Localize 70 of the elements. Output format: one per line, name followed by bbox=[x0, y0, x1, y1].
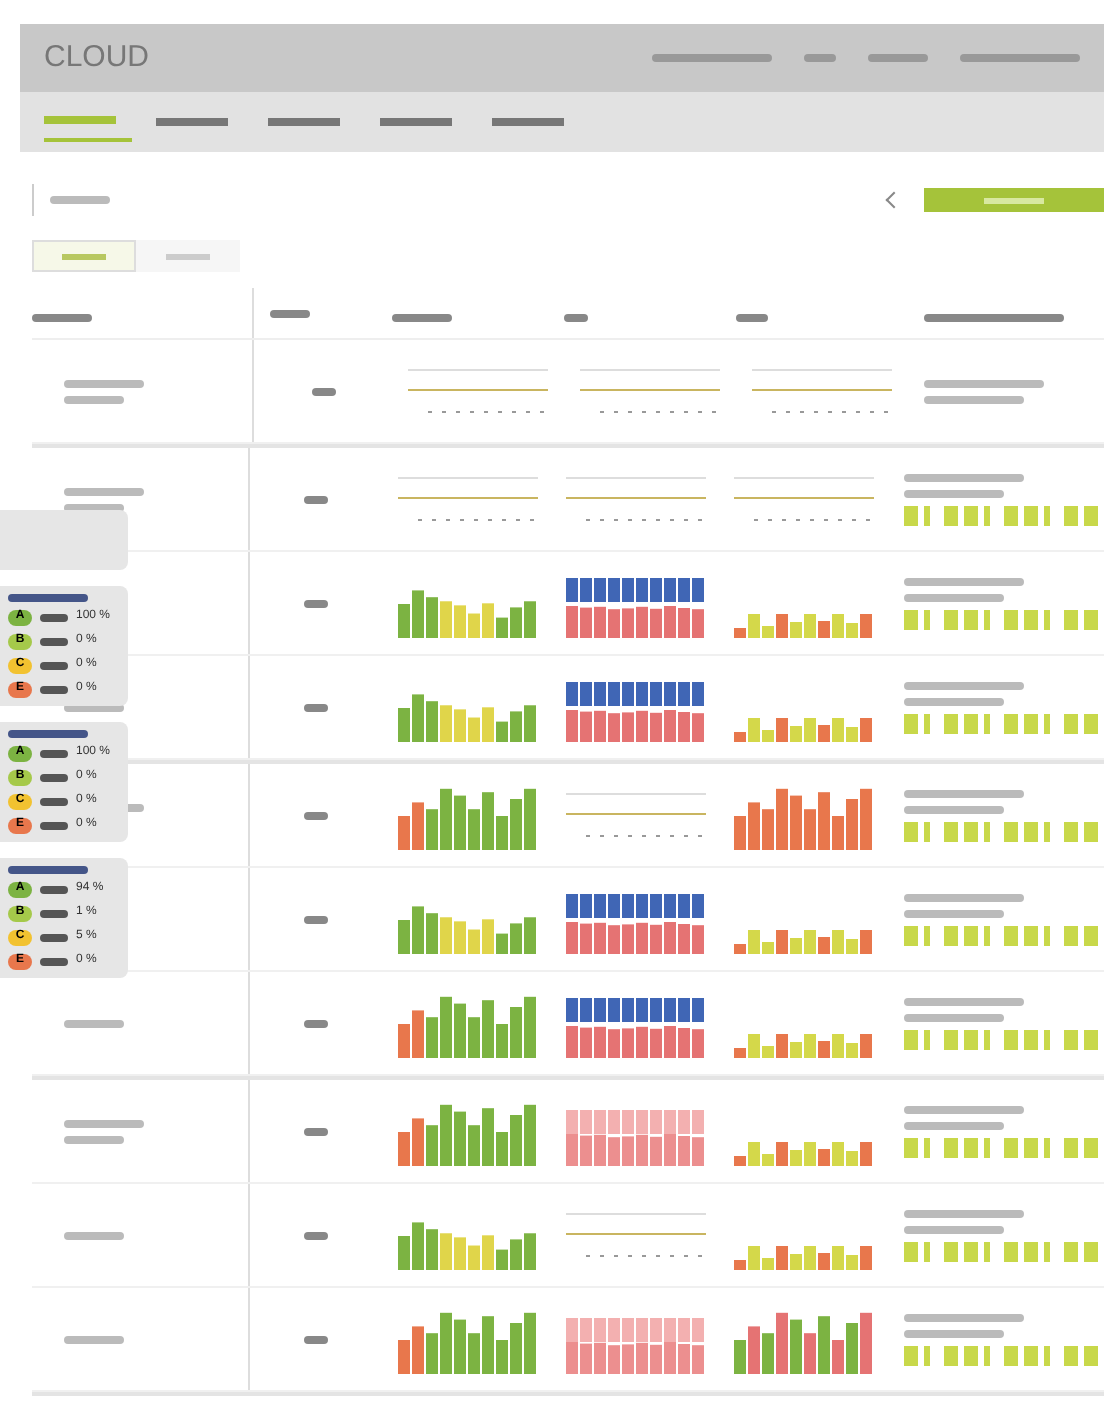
blurred-text bbox=[311, 387, 335, 395]
blurred-text bbox=[8, 730, 88, 738]
blurred-text bbox=[304, 495, 329, 503]
blurred-text bbox=[8, 594, 88, 602]
blurred-text bbox=[64, 1231, 124, 1239]
blurred-text bbox=[304, 811, 329, 819]
blurred-text bbox=[64, 1019, 124, 1027]
blurred-text bbox=[40, 773, 68, 781]
blurred-text bbox=[903, 1013, 1004, 1021]
blurred-text bbox=[40, 933, 68, 941]
bar-chart-drawing bbox=[734, 717, 874, 741]
blurred-text bbox=[736, 313, 768, 321]
blurred-text bbox=[903, 909, 1004, 917]
blurred-text bbox=[868, 54, 928, 62]
blurred-text bbox=[924, 313, 1064, 321]
bar-chart-drawing bbox=[734, 613, 874, 637]
blurred-text bbox=[903, 1121, 1004, 1129]
blurred-text bbox=[304, 1127, 329, 1135]
bar-chart-drawing bbox=[734, 929, 874, 953]
blurred-text bbox=[392, 313, 452, 321]
blurred-text bbox=[903, 1209, 1024, 1217]
blurred-text bbox=[903, 997, 1024, 1005]
blurred-text bbox=[40, 821, 68, 829]
blurred-text bbox=[304, 1231, 329, 1239]
bar-chart-drawing bbox=[734, 1245, 874, 1269]
blurred-text bbox=[64, 1335, 124, 1343]
blurred-text bbox=[903, 681, 1024, 689]
bar-chart-drawing bbox=[734, 1033, 874, 1057]
blurred-text bbox=[903, 1313, 1024, 1321]
blurred-text bbox=[32, 313, 92, 321]
bar-chart-drawing bbox=[734, 1141, 874, 1165]
blurred-text bbox=[40, 885, 68, 893]
blurred-text bbox=[40, 749, 68, 757]
blurred-text bbox=[304, 1335, 329, 1343]
blurred-text bbox=[40, 685, 68, 693]
blurred-text bbox=[304, 1019, 329, 1027]
blurred-text bbox=[903, 893, 1024, 901]
blurred-text bbox=[40, 909, 68, 917]
blurred-text bbox=[903, 593, 1004, 601]
blurred-text bbox=[960, 54, 1080, 62]
blurred-text bbox=[903, 1105, 1024, 1113]
blurred-text bbox=[903, 1329, 1004, 1337]
blurred-text bbox=[903, 577, 1024, 585]
blurred-text bbox=[924, 395, 1024, 403]
blurred-text bbox=[50, 196, 110, 204]
blurred-text bbox=[903, 697, 1004, 705]
blurred-text bbox=[804, 54, 836, 62]
logo: CLOUD bbox=[44, 37, 150, 78]
blurred-text bbox=[8, 866, 88, 874]
blurred-text bbox=[64, 487, 144, 495]
blurred-text bbox=[304, 703, 329, 711]
blurred-text bbox=[64, 379, 144, 387]
blurred-text bbox=[903, 805, 1004, 813]
blurred-text bbox=[40, 957, 68, 965]
blurred-text bbox=[64, 1119, 144, 1127]
blurred-text bbox=[40, 613, 68, 621]
blurred-text bbox=[924, 379, 1044, 387]
blurred-text bbox=[564, 313, 588, 321]
blurred-text bbox=[270, 309, 310, 317]
blurred-text bbox=[40, 661, 68, 669]
blurred-text bbox=[304, 915, 329, 923]
blurred-text bbox=[903, 489, 1004, 497]
blurred-text bbox=[903, 473, 1024, 481]
blurred-text bbox=[652, 54, 772, 62]
blurred-text bbox=[64, 1135, 124, 1143]
blurred-text bbox=[64, 395, 124, 403]
blurred-text bbox=[304, 599, 329, 607]
blurred-text bbox=[903, 1225, 1004, 1233]
blurred-text bbox=[40, 637, 68, 645]
blurred-text bbox=[903, 789, 1024, 797]
